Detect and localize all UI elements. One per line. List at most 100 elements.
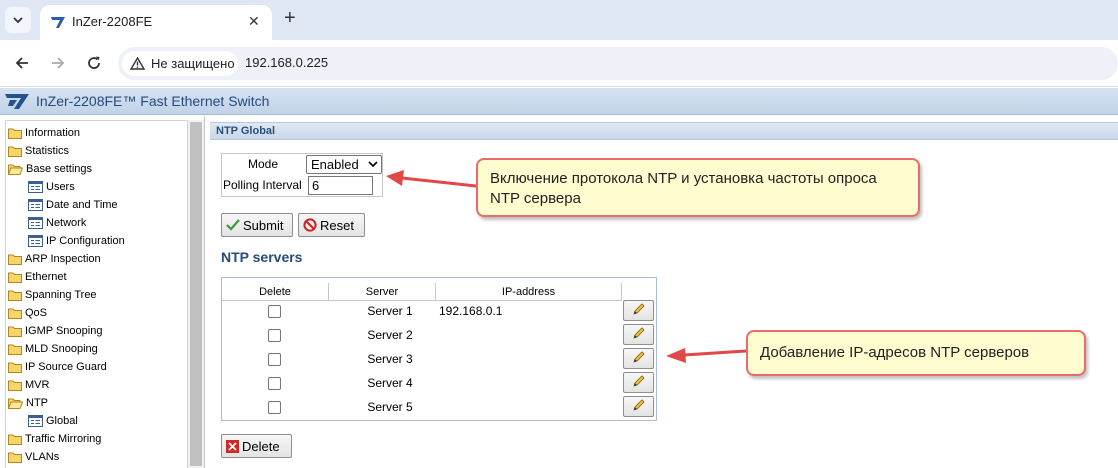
sidebar-item-mvr[interactable]: MVR xyxy=(8,376,49,394)
sidebar-item-spanning-tree[interactable]: Spanning Tree xyxy=(8,286,97,304)
sidebar-item-label: Spanning Tree xyxy=(25,289,97,301)
sidebar-item-label: MVR xyxy=(25,379,50,391)
no-entry-icon xyxy=(303,218,317,232)
folder-open-icon xyxy=(8,163,23,175)
sidebar-item-mld-snooping[interactable]: MLD Snooping xyxy=(8,340,98,358)
sidebar-item-date-and-time[interactable]: Date and Time xyxy=(28,196,118,214)
folder-icon xyxy=(8,343,22,355)
security-label: Не защищено xyxy=(151,56,235,71)
delete-server-checkbox[interactable] xyxy=(268,305,281,318)
sidebar-item-qos[interactable]: QoS xyxy=(8,304,47,322)
arrow-right-icon xyxy=(52,57,65,69)
pencil-icon xyxy=(632,398,646,415)
polling-interval-input[interactable]: 6 xyxy=(308,176,373,195)
ntp-servers-heading: NTP servers xyxy=(221,249,303,265)
sidebar-item-label: QoS xyxy=(25,307,48,319)
folder-icon xyxy=(8,307,22,319)
sidebar-item-label: Users xyxy=(46,181,75,193)
sidebar-item-information[interactable]: Information xyxy=(8,124,80,142)
sidebar-scrollbar[interactable] xyxy=(188,120,204,468)
browser-toolbar: Не защищено 192.168.0.225 xyxy=(0,40,1118,87)
pencil-icon xyxy=(632,326,646,343)
edit-server-button[interactable] xyxy=(623,348,654,369)
sidebar-item-statistics[interactable]: Statistics xyxy=(8,142,69,160)
sidebar-item-network[interactable]: Network xyxy=(28,214,86,232)
delete-server-checkbox[interactable] xyxy=(268,377,281,390)
inzer-favicon-icon xyxy=(50,15,66,32)
submit-button[interactable]: Submit xyxy=(221,213,293,237)
submit-label: Submit xyxy=(243,217,284,233)
sidebar-item-ip-source-guard[interactable]: IP Source Guard xyxy=(8,358,107,376)
chevron-down-icon xyxy=(368,161,378,168)
navigation-tree: Information Statistics Base settings Users D… xyxy=(5,120,188,468)
reload-button[interactable] xyxy=(82,51,106,75)
sidebar-item-igmp-snooping[interactable]: IGMP Snooping xyxy=(8,322,102,340)
sidebar-item-label: VLANs xyxy=(25,451,60,463)
app-title: InZer-2208FE™ Fast Ethernet Switch xyxy=(36,93,270,109)
sidebar-item-users[interactable]: Users xyxy=(28,178,75,196)
sidebar-item-vlans[interactable]: VLANs xyxy=(8,448,59,466)
page-icon xyxy=(28,235,43,247)
sidebar-item-label: Date and Time xyxy=(46,199,118,211)
sidebar-item-label: Global xyxy=(46,415,78,427)
address-bar[interactable]: Не защищено 192.168.0.225 xyxy=(118,47,1118,80)
sidebar-item-label: Base settings xyxy=(26,163,93,175)
column-header-ip-address: IP-address xyxy=(436,283,622,301)
polling-interval-label: Polling Interval xyxy=(223,178,302,192)
close-tab-icon[interactable]: ✕ xyxy=(248,13,260,30)
edit-server-button[interactable] xyxy=(623,372,654,393)
server-name: Server 3 xyxy=(367,352,413,366)
sidebar-item-ethernet[interactable]: Ethernet xyxy=(8,268,67,286)
folder-icon xyxy=(8,379,22,391)
page-icon xyxy=(28,217,43,229)
folder-icon xyxy=(8,451,22,463)
sidebar-item-label: Traffic Mirroring xyxy=(25,433,102,445)
sidebar-item-label: NTP xyxy=(26,397,48,409)
server-name: Server 5 xyxy=(367,400,413,414)
edit-server-button[interactable] xyxy=(623,300,654,321)
tab-search-button[interactable] xyxy=(5,7,31,33)
sidebar-item-global[interactable]: Global xyxy=(28,412,78,430)
sidebar-item-label: ARP Inspection xyxy=(25,253,101,265)
tab-title: InZer-2208FE xyxy=(72,14,153,29)
chevron-down-icon xyxy=(13,16,23,23)
mode-select[interactable]: Enabled xyxy=(306,155,382,174)
callout-ntp-servers: Добавление IP-адресов NTP серверов xyxy=(746,330,1086,376)
page-icon xyxy=(28,199,43,211)
pencil-icon xyxy=(632,302,646,319)
sidebar-item-arp-inspection[interactable]: ARP Inspection xyxy=(8,250,101,268)
sidebar-item-label: IGMP Snooping xyxy=(25,325,103,337)
sidebar-item-traffic-mirroring[interactable]: Traffic Mirroring xyxy=(8,430,101,448)
inzer-logo-icon xyxy=(4,93,30,113)
server-name: Server 1 xyxy=(367,304,413,318)
folder-icon xyxy=(8,145,22,157)
browser-tab-bar: InZer-2208FE ✕ + xyxy=(0,0,1118,40)
sidebar-item-ntp[interactable]: NTP xyxy=(8,394,48,412)
folder-icon xyxy=(8,325,22,337)
delete-server-checkbox[interactable] xyxy=(268,329,281,342)
reset-button[interactable]: Reset xyxy=(298,213,365,237)
delete-server-checkbox[interactable] xyxy=(268,401,281,414)
security-chip[interactable]: Не защищено xyxy=(122,51,238,76)
ntp-servers-table: Delete Server IP-address Server 1 192.168… xyxy=(221,277,657,421)
sidebar-item-label: IP Configuration xyxy=(46,235,125,247)
pencil-icon xyxy=(632,374,646,391)
server-ip-address: 192.168.0.1 xyxy=(439,304,503,318)
folder-icon xyxy=(8,127,22,139)
new-tab-icon[interactable]: + xyxy=(284,7,296,30)
sidebar-item-ip-configuration[interactable]: IP Configuration xyxy=(28,232,125,250)
delete-server-checkbox[interactable] xyxy=(268,353,281,366)
sidebar-item-label: IP Source Guard xyxy=(25,361,107,373)
sidebar-item-base-settings[interactable]: Base settings xyxy=(8,160,92,178)
edit-server-button[interactable] xyxy=(623,396,654,417)
section-title: NTP Global xyxy=(216,125,276,137)
back-button[interactable] xyxy=(10,51,34,75)
edit-server-button[interactable] xyxy=(623,324,654,345)
browser-tab[interactable]: InZer-2208FE ✕ xyxy=(40,5,272,40)
sidebar-item-label: Network xyxy=(46,217,87,229)
url-text[interactable]: 192.168.0.225 xyxy=(245,55,328,70)
delete-button[interactable]: Delete xyxy=(221,434,292,458)
forward-button[interactable] xyxy=(46,51,70,75)
scrollbar-thumb[interactable] xyxy=(190,122,202,466)
folder-open-icon xyxy=(8,397,23,409)
